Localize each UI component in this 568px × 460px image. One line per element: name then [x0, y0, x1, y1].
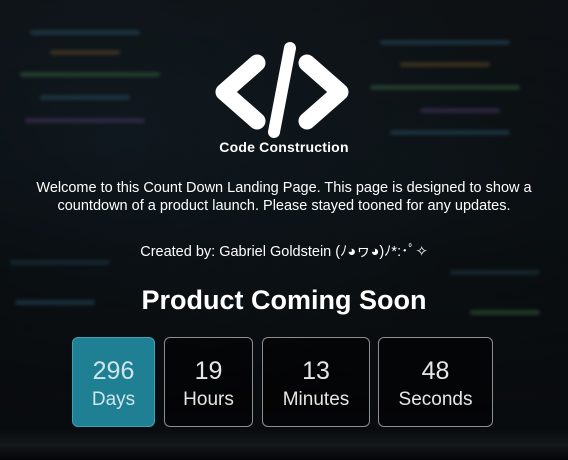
- countdown-minutes-label: Minutes: [282, 389, 350, 410]
- countdown-seconds-label: Seconds: [398, 389, 473, 410]
- countdown-minutes: 13 Minutes: [262, 337, 370, 427]
- countdown-hours-value: 19: [194, 357, 223, 385]
- brand-name: Code Construction: [219, 139, 349, 155]
- intro-text: Welcome to this Count Down Landing Page.…: [36, 180, 532, 214]
- countdown-days-label: Days: [91, 389, 136, 410]
- credit-text: Created by: Gabriel Goldstein (ﾉ◕ヮ◕)ﾉ*:･…: [140, 244, 428, 260]
- countdown-hours: 19 Hours: [164, 337, 253, 427]
- countdown-hours-label: Hours: [183, 389, 234, 410]
- page-title: Product Coming Soon: [141, 285, 427, 315]
- countdown-days-value: 296: [92, 357, 135, 385]
- countdown-days: 296 Days: [72, 337, 155, 427]
- countdown-seconds: 48 Seconds: [378, 337, 493, 427]
- landing-content: Code Construction Welcome to this Count …: [0, 0, 568, 460]
- countdown-seconds-value: 48: [421, 357, 450, 385]
- countdown-minutes-value: 13: [302, 357, 330, 385]
- code-brackets-icon: [215, 42, 349, 138]
